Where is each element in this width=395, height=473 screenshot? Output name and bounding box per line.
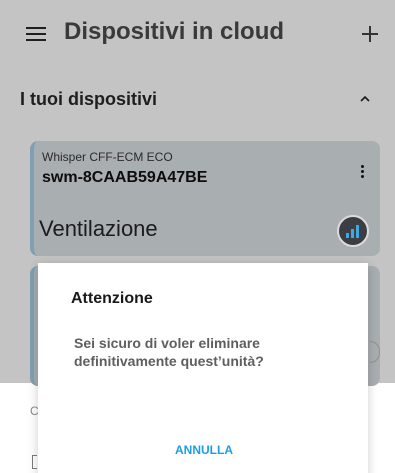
device-name: swm-8CAAB59A47BE xyxy=(42,169,208,186)
add-device-icon[interactable] xyxy=(360,24,380,44)
background-control-fragment xyxy=(32,455,37,469)
device-model: Whisper CFF-ECM ECO xyxy=(42,150,173,164)
chevron-up-icon[interactable] xyxy=(360,95,370,105)
card-control-edge xyxy=(370,341,380,363)
section-title: I tuoi dispositivi xyxy=(20,89,158,109)
cancel-button[interactable]: ANNULLA xyxy=(156,443,252,465)
device-mode: Ventilazione xyxy=(39,216,158,241)
signal-bars-icon[interactable] xyxy=(337,215,369,247)
device-card[interactable]: Whisper CFF-ECM ECO swm-8CAAB59A47BE Ven… xyxy=(30,141,380,256)
page-title: Dispositivi in cloud xyxy=(64,18,285,45)
confirm-dialog: Attenzione Sei sicuro di voler eliminare… xyxy=(38,263,368,473)
app-bar: Dispositivi in cloud xyxy=(0,0,395,68)
section-header[interactable]: I tuoi dispositivi xyxy=(0,68,395,130)
dialog-title: Attenzione xyxy=(71,290,153,307)
dialog-message: Sei sicuro di voler eliminare definitiva… xyxy=(74,335,264,369)
menu-icon[interactable] xyxy=(26,27,46,41)
more-vert-icon[interactable] xyxy=(360,165,366,179)
